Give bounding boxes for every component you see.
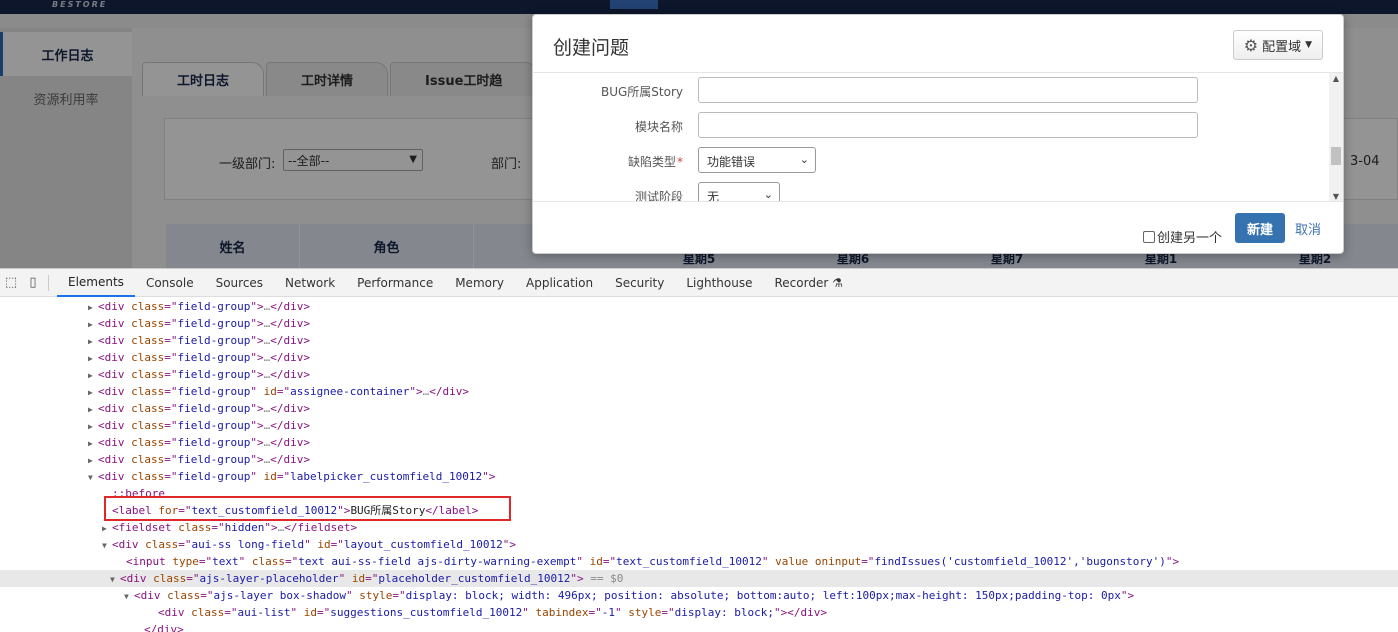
expand-arrow-icon[interactable]: ▶ (88, 401, 98, 418)
dom-node-line[interactable]: ▶ <div class="field-group">…</div> (0, 451, 1398, 468)
field-label: 缺陷类型* (628, 153, 683, 170)
field-row-module-name: 模块名称 (533, 110, 1323, 138)
test-stage-value: 无 (707, 190, 720, 202)
elements-tree: ▶ <div class="field-group">…</div> ▶ <div c… (0, 297, 1398, 632)
required-asterisk: * (677, 155, 683, 169)
field-label: 测试阶段 (634, 190, 683, 202)
create-another-option[interactable]: 创建另一个 (1143, 227, 1222, 246)
dom-node-line[interactable]: <div class="aui-list" id="suggestions_cu… (0, 604, 1398, 621)
dom-node-line[interactable]: ▶ <fieldset class="hidden">…</fieldset> (0, 519, 1398, 536)
defect-type-value: 功能错误 (707, 155, 756, 169)
configure-fields-button[interactable]: ⚙ 配置域 ▼ (1232, 30, 1323, 60)
field-row-test-stage: 测试阶段 无 ⌄ (533, 180, 1323, 202)
expand-arrow-icon[interactable]: ▶ (88, 452, 98, 469)
devtools-toolbar: ⬚ ▯ Elements Console Sources Network Perform… (0, 269, 1398, 297)
create-issue-dialog: 创建问题 ⚙ 配置域 ▼ BUG所属Story 模块名称 缺陷类型* 功能错误 … (532, 14, 1344, 254)
devtools-tab-console[interactable]: Console (135, 269, 205, 297)
flask-icon: ⚗ (832, 275, 844, 290)
dialog-scrollbar[interactable]: ▲ ▼ (1329, 73, 1343, 201)
devtools-tab-application[interactable]: Application (515, 269, 604, 297)
devtools-tab-lighthouse[interactable]: Lighthouse (675, 269, 763, 297)
dom-node-line[interactable]: ▶ <div class="field-group">…</div> (0, 298, 1398, 315)
dom-node-line[interactable]: ▶ <div class="field-group" id="assignee-c… (0, 383, 1398, 400)
dom-node-line[interactable]: <input type="text" class="text aui-ss-fi… (0, 553, 1398, 570)
expand-arrow-icon[interactable]: ▶ (88, 299, 98, 316)
expand-arrow-icon[interactable]: ▶ (102, 520, 112, 537)
devtools-tabs: Elements Console Sources Network Performance… (57, 269, 854, 297)
devtools-tab-sources[interactable]: Sources (205, 269, 274, 297)
highlight-box (104, 496, 511, 521)
devtools-tab-network[interactable]: Network (274, 269, 346, 297)
scroll-thumb[interactable] (1331, 147, 1341, 165)
toolbar-divider (48, 274, 49, 291)
create-another-checkbox[interactable] (1143, 230, 1155, 243)
dom-node-line[interactable]: ▶ <div class="field-group">…</div> (0, 366, 1398, 383)
app-background: BESTORE 工作日志 资源利用率 工时日志 工时详情 Issue工时趋 一级… (0, 0, 1398, 268)
dom-node-line[interactable]: </div> (0, 621, 1398, 632)
field-label: 模块名称 (634, 120, 683, 134)
dialog-title: 创建问题 (553, 37, 630, 59)
expand-arrow-icon[interactable]: ▶ (88, 367, 98, 384)
dom-node-line[interactable]: ▶ <div class="field-group">…</div> (0, 332, 1398, 349)
bug-story-input[interactable] (698, 77, 1198, 103)
module-name-input[interactable] (698, 112, 1198, 138)
collapse-arrow-icon[interactable]: ▼ (88, 469, 98, 486)
dom-node-line[interactable]: ▼ <div class="ajs-layer-placeholder" id="… (0, 570, 1398, 587)
scroll-up-icon[interactable]: ▲ (1329, 73, 1343, 85)
dom-node-line[interactable]: ▶ <div class="field-group">…</div> (0, 315, 1398, 332)
devtools-tab-recorder[interactable]: Recorder ⚗ (764, 269, 855, 297)
devtools-tab-elements[interactable]: Elements (57, 269, 135, 297)
gear-icon: ⚙ (1243, 35, 1259, 55)
collapse-arrow-icon[interactable]: ▼ (124, 588, 134, 605)
chevron-down-icon: ⌄ (799, 153, 809, 166)
cancel-link[interactable]: 取消 (1295, 219, 1321, 238)
expand-arrow-icon[interactable]: ▶ (88, 316, 98, 333)
expand-arrow-icon[interactable]: ▶ (88, 333, 98, 350)
test-stage-select[interactable]: 无 ⌄ (698, 182, 780, 202)
create-another-label: 创建另一个 (1157, 231, 1223, 246)
chevron-down-icon: ⌄ (763, 188, 773, 201)
dom-node-line[interactable]: ▼ <div class="ajs-layer box-shadow" style… (0, 587, 1398, 604)
devtools-tab-memory[interactable]: Memory (444, 269, 515, 297)
dom-node-line[interactable]: ▼ <div class="aui-ss long-field" id="layo… (0, 536, 1398, 553)
collapse-arrow-icon[interactable]: ▼ (110, 571, 120, 588)
dom-node-line[interactable]: ▶ <div class="field-group">…</div> (0, 400, 1398, 417)
scroll-down-icon[interactable]: ▼ (1329, 191, 1343, 201)
dom-node-line[interactable]: ▶ <div class="field-group">…</div> (0, 349, 1398, 366)
devtools-tab-security[interactable]: Security (604, 269, 675, 297)
defect-type-select[interactable]: 功能错误 ⌄ (698, 147, 816, 173)
devtools-panel: ⬚ ▯ Elements Console Sources Network Perform… (0, 268, 1398, 632)
defect-type-label: 缺陷类型 (627, 155, 676, 169)
field-row-defect-type: 缺陷类型* 功能错误 ⌄ (533, 145, 1323, 173)
dom-node-line[interactable]: ▶ <div class="field-group">…</div> (0, 434, 1398, 451)
devtools-tab-performance[interactable]: Performance (346, 269, 444, 297)
expand-arrow-icon[interactable]: ▶ (88, 418, 98, 435)
dialog-footer: 创建另一个 新建 取消 (533, 203, 1343, 253)
configure-fields-label: 配置域 (1262, 39, 1302, 55)
chevron-down-icon: ▼ (1305, 40, 1312, 50)
field-label: BUG所属Story (600, 85, 683, 99)
field-row-bug-story: BUG所属Story (533, 75, 1323, 103)
expand-arrow-icon[interactable]: ▶ (88, 384, 98, 401)
expand-arrow-icon[interactable]: ▶ (88, 350, 98, 367)
create-button[interactable]: 新建 (1235, 213, 1285, 243)
dom-node-line[interactable]: ▶ <div class="field-group">…</div> (0, 417, 1398, 434)
device-toggle-icon[interactable]: ▯ (22, 269, 44, 297)
inspect-element-icon[interactable]: ⬚ (0, 269, 22, 297)
expand-arrow-icon[interactable]: ▶ (88, 435, 98, 452)
dom-node-line[interactable]: ▼ <div class="field-group" id="labelpicke… (0, 468, 1398, 485)
collapse-arrow-icon[interactable]: ▼ (102, 537, 112, 554)
dialog-form-body: BUG所属Story 模块名称 缺陷类型* 功能错误 ⌄ 测试阶段 无 ⌄ ▲ … (533, 72, 1343, 202)
